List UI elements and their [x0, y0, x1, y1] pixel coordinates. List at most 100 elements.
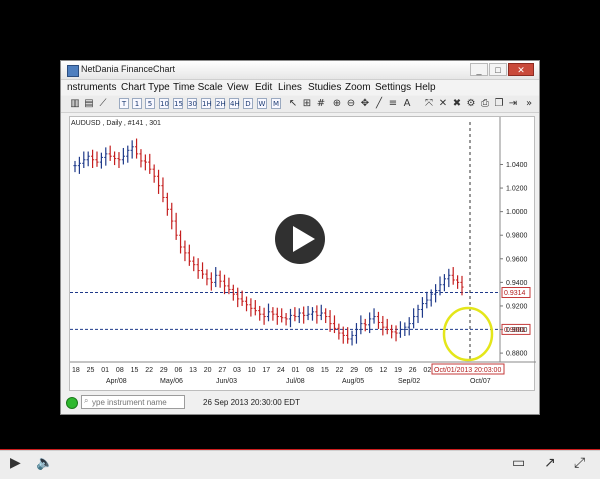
menu-help[interactable]: Help [415, 82, 436, 93]
expand-icon[interactable]: ⤢ [574, 455, 585, 471]
ytick-label: 0.9800 [506, 233, 528, 240]
ytick-label: 1.0400 [506, 162, 528, 169]
timescale-m-button[interactable]: M [271, 98, 281, 109]
timescale-1-button[interactable]: 1 [132, 98, 142, 109]
timescale-d-button[interactable]: D [243, 98, 253, 109]
print-icon[interactable]: ⎙ [479, 97, 491, 110]
xtick-day-label: 08 [306, 367, 314, 374]
xtick-month-label: Jul/08 [286, 378, 305, 385]
xtick-day-label: 20 [204, 367, 212, 374]
xtick-month-label: Jun/03 [216, 378, 237, 385]
zoom-in-icon[interactable]: ⊕ [331, 97, 343, 110]
grid-icon[interactable]: ⊞ [301, 97, 313, 110]
xtick-day-label: 25 [87, 367, 95, 374]
xtick-day-label: 26 [409, 367, 417, 374]
ytick-label: 0.9000 [506, 327, 528, 334]
status-bar: ⌕ 26 Sep 2013 20:30:00 EDT [61, 393, 539, 413]
xtick-day-label: 19 [394, 367, 402, 374]
crosshair-date-label: Oct/01/2013 20:03:00 [434, 367, 501, 374]
timescale-5-button[interactable]: 5 [145, 98, 155, 109]
xtick-day-label: 01 [101, 367, 109, 374]
xtick-day-label: 12 [380, 367, 388, 374]
xtick-day-label: 17 [262, 367, 270, 374]
timescale-15-button[interactable]: 15 [173, 98, 183, 109]
xtick-day-label: 18 [72, 367, 80, 374]
timescale-30-button[interactable]: 30 [187, 98, 197, 109]
xtick-day-label: 06 [175, 367, 183, 374]
settings-icon[interactable]: ⚙ [465, 97, 477, 110]
zoom-out-icon[interactable]: ⊖ [345, 97, 357, 110]
text-icon[interactable]: A [401, 97, 413, 110]
title-bar: NetDania FinanceChart _ □ ✕ [61, 61, 539, 80]
video-control-bar: ▶ 🔈 ▭ ↗ ⤢ [0, 450, 600, 479]
maximize-button[interactable]: □ [489, 63, 507, 76]
delete-all-icon[interactable]: ✖ [451, 97, 463, 110]
menu-settings[interactable]: Settings [375, 82, 411, 93]
menu-chart-type[interactable]: Chart Type [121, 82, 170, 93]
menu-studies[interactable]: Studies [308, 82, 341, 93]
chart-title: AUDUSD , Daily , #141 , 301 [71, 120, 161, 127]
menu-view[interactable]: View [227, 82, 249, 93]
share-icon[interactable]: ↗ [544, 455, 556, 471]
bar-chart-icon[interactable]: ▤ [83, 97, 95, 110]
hash-icon[interactable]: # [315, 97, 327, 110]
more-icon[interactable]: » [523, 97, 535, 110]
timescale-1h-button[interactable]: 1H [201, 98, 212, 109]
ytick-label: 0.9400 [506, 280, 528, 287]
cursor-icon[interactable]: ↖ [287, 97, 299, 110]
window-title: NetDania FinanceChart [81, 64, 176, 74]
scroll-end-icon[interactable]: ⇥ [507, 97, 519, 110]
xtick-month-label: May/06 [160, 378, 183, 385]
xtick-day-label: 15 [131, 367, 139, 374]
xtick-day-label: 13 [189, 367, 197, 374]
instrument-search-input[interactable] [81, 395, 185, 409]
play-icon [293, 226, 315, 252]
ytick-label: 0.9200 [506, 303, 528, 310]
xtick-day-label: 01 [292, 367, 300, 374]
timescale-2h-button[interactable]: 2H [215, 98, 226, 109]
xtick-day-label: 10 [248, 367, 256, 374]
connection-status-icon [66, 397, 78, 409]
highlight-circle [442, 306, 494, 362]
app-icon [67, 65, 79, 77]
candle-chart-icon[interactable]: ▥ [69, 97, 81, 110]
menu-zoom[interactable]: Zoom [345, 82, 371, 93]
fullscreen-window-icon[interactable]: ▭ [512, 455, 525, 471]
menu-lines[interactable]: Lines [278, 82, 302, 93]
copy-icon[interactable]: ❐ [493, 97, 505, 110]
xtick-day-label: 15 [321, 367, 329, 374]
minimize-button[interactable]: _ [470, 63, 488, 76]
xtick-day-label: 03 [233, 367, 241, 374]
pan-icon[interactable]: ✥ [359, 97, 371, 110]
crosshair-icon[interactable]: ⤧ [423, 97, 435, 110]
menu-bar: nstruments Chart Type Time Scale View Ed… [61, 80, 539, 95]
timescale-t-button[interactable]: T [119, 98, 129, 109]
timescale-w-button[interactable]: W [257, 98, 267, 109]
menu-instruments[interactable]: nstruments [67, 82, 116, 93]
menu-edit[interactable]: Edit [255, 82, 272, 93]
menu-time-scale[interactable]: Time Scale [173, 82, 223, 93]
xtick-day-label: 08 [116, 367, 124, 374]
play-control-icon[interactable]: ▶ [10, 455, 21, 471]
toolbar: ▥ ▤ ⟋ T 1 5 10 15 30 1H 2H 4H D W M ↖ ⊞ … [61, 96, 539, 113]
ytick-label: 1.0200 [506, 186, 528, 193]
xtick-day-label: 22 [145, 367, 153, 374]
delete-icon[interactable]: ✕ [437, 97, 449, 110]
timescale-10-button[interactable]: 10 [159, 98, 169, 109]
xtick-month-label: Apr/08 [106, 378, 127, 385]
ytick-label: 1.0000 [506, 209, 528, 216]
volume-icon[interactable]: 🔈 [36, 455, 53, 471]
xtick-month-label: Aug/05 [342, 378, 364, 385]
draw-line-icon[interactable]: ╱ [373, 97, 385, 110]
close-button[interactable]: ✕ [508, 63, 534, 76]
line-chart-icon[interactable]: ⟋ [97, 97, 109, 110]
timescale-4h-button[interactable]: 4H [229, 98, 240, 109]
time-axis-labels: 18 25 01 08 15 22 29 06 13 20 27 03 10 17 24 01 08 15 22 29… [72, 367, 491, 385]
fibonacci-icon[interactable]: ≡ [387, 97, 399, 110]
ytick-label: 0.9600 [506, 256, 528, 263]
xtick-day-label: 27 [218, 367, 226, 374]
ytick-label: 0.8800 [506, 351, 528, 358]
xtick-month-label: Oct/07 [470, 378, 491, 385]
search-icon: ⌕ [84, 396, 89, 405]
xtick-day-label: 29 [160, 367, 168, 374]
